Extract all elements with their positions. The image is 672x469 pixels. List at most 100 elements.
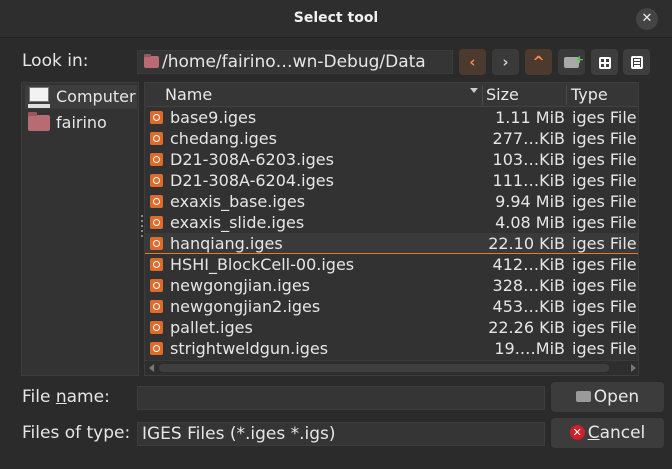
iges-file-icon <box>150 153 163 166</box>
icon-view-button[interactable] <box>591 49 618 75</box>
file-type-label: Files of type: <box>22 423 131 443</box>
column-header-type[interactable]: Type <box>571 85 608 104</box>
iges-file-icon <box>150 321 163 334</box>
file-row[interactable]: chedang.iges 277…KiB iges File <box>145 128 638 149</box>
file-row[interactable]: HSHI_BlockCell-00.iges 412…KiB iges File <box>145 254 638 275</box>
file-row[interactable]: base9.iges 1.11 MiB iges File <box>145 107 638 128</box>
horizontal-scrollbar[interactable] <box>145 360 638 375</box>
window-title: Select tool <box>293 10 379 26</box>
sidebar-item-label: Computer <box>56 87 136 106</box>
iges-file-icon <box>150 342 163 355</box>
file-type: iges File <box>572 129 637 148</box>
iges-file-icon <box>150 111 163 124</box>
file-name: strightweldgun.iges <box>170 339 329 358</box>
parent-directory-button[interactable]: ^ <box>525 49 552 75</box>
file-name: exaxis_base.iges <box>170 192 306 211</box>
iges-file-icon <box>150 258 163 271</box>
file-name-label: File name: <box>22 387 110 407</box>
scrollbar-thumb[interactable] <box>159 364 609 372</box>
file-type: iges File <box>572 339 637 358</box>
close-icon: ✕ <box>641 11 653 26</box>
sidebar-item-fairino[interactable]: fairino <box>25 111 137 135</box>
file-row-selected[interactable]: hanqiang.iges 22.10 KiB iges File <box>145 233 638 254</box>
file-type: iges File <box>572 108 637 127</box>
file-row[interactable]: strightweldgun.iges 19.…MiB iges File <box>145 338 638 359</box>
forward-button[interactable]: › <box>492 49 519 75</box>
file-list: Name Size Type base9.iges 1.11 MiB iges … <box>144 82 639 376</box>
file-name: HSHI_BlockCell-00.iges <box>170 255 355 274</box>
file-type: iges File <box>572 297 637 316</box>
detail-view-button[interactable] <box>623 49 650 75</box>
file-row[interactable]: newgongjian.iges 328…KiB iges File <box>145 275 638 296</box>
back-button[interactable]: ‹ <box>459 49 486 75</box>
column-header-size[interactable]: Size <box>486 85 519 104</box>
new-folder-button[interactable] <box>558 47 585 75</box>
iges-file-icon <box>150 279 163 292</box>
file-size: 103…KiB <box>492 150 565 169</box>
file-size: 328…KiB <box>492 276 565 295</box>
look-in-path: /home/fairino…wn-Debug/Data <box>162 52 426 72</box>
file-size: 453…KiB <box>492 297 565 316</box>
file-row[interactable]: exaxis_slide.iges 4.08 MiB iges File <box>145 212 638 233</box>
file-size: 9.94 MiB <box>495 192 565 211</box>
folder-icon <box>144 54 159 68</box>
cancel-icon: ✕ <box>569 424 585 440</box>
file-size: 412…KiB <box>492 255 565 274</box>
file-row[interactable]: pallet.iges 22.26 KiB iges File <box>145 317 638 338</box>
file-size: 22.26 KiB <box>488 318 565 337</box>
file-name: chedang.iges <box>170 129 277 148</box>
file-name: D21-308A-6203.iges <box>170 150 334 169</box>
file-name: newgongjian.iges <box>170 276 311 295</box>
column-header-name[interactable]: Name <box>165 85 212 104</box>
file-name: base9.iges <box>170 108 257 127</box>
look-in-combo[interactable]: /home/fairino…wn-Debug/Data <box>137 50 453 74</box>
file-row[interactable]: exaxis_base.iges 9.94 MiB iges File <box>145 191 638 212</box>
sidebar-item-computer[interactable]: Computer <box>25 85 137 109</box>
file-size: 111…KiB <box>492 171 565 190</box>
scroll-left-icon[interactable] <box>149 364 154 372</box>
look-in-label: Look in: <box>22 51 89 71</box>
iges-file-icon <box>150 300 163 313</box>
file-row[interactable]: newgongjian2.iges 453…KiB iges File <box>145 296 638 317</box>
column-divider[interactable] <box>566 85 567 105</box>
file-type: iges File <box>572 213 637 232</box>
close-button[interactable]: ✕ <box>636 8 658 30</box>
file-name: exaxis_slide.iges <box>170 213 305 232</box>
grid-view-icon <box>598 57 611 69</box>
cancel-button[interactable]: ✕ Cancel <box>551 418 664 448</box>
file-name: newgongjian2.iges <box>170 297 321 316</box>
file-type: iges File <box>572 255 637 274</box>
file-size: 19.…MiB <box>494 339 565 358</box>
up-arrow-icon: ^ <box>532 53 545 71</box>
file-list-header: Name Size Type <box>145 83 638 107</box>
computer-icon <box>28 87 50 108</box>
file-type-select[interactable]: IGES Files (*.iges *.igs) <box>137 422 545 446</box>
scroll-right-icon[interactable] <box>631 364 636 372</box>
file-size: 22.10 KiB <box>488 234 565 253</box>
title-bar: Select tool ✕ <box>0 0 672 38</box>
file-size: 4.08 MiB <box>495 213 565 232</box>
file-size: 1.11 MiB <box>495 108 565 127</box>
forward-arrow-icon: › <box>502 53 509 71</box>
file-type: iges File <box>572 150 637 169</box>
file-size: 277…KiB <box>492 129 565 148</box>
open-button[interactable]: Open <box>551 382 664 412</box>
iges-file-icon <box>150 195 163 208</box>
file-type: iges File <box>572 276 637 295</box>
file-name: pallet.iges <box>170 318 253 337</box>
file-row[interactable]: D21-308A-6203.iges 103…KiB iges File <box>145 149 638 170</box>
home-folder-icon <box>28 112 50 131</box>
folder-open-icon <box>575 390 591 402</box>
file-name: D21-308A-6204.iges <box>170 171 334 190</box>
places-sidebar: Computer fairino <box>21 82 139 376</box>
iges-file-icon <box>150 132 163 145</box>
file-type: iges File <box>572 171 637 190</box>
file-name-input[interactable] <box>137 386 545 410</box>
sort-descending-icon <box>470 88 478 93</box>
column-divider[interactable] <box>482 85 483 105</box>
iges-file-icon <box>150 174 163 187</box>
file-row[interactable]: D21-308A-6204.iges 111…KiB iges File <box>145 170 638 191</box>
file-type: iges File <box>572 192 637 211</box>
back-arrow-icon: ‹ <box>469 53 476 71</box>
iges-file-icon <box>150 237 163 250</box>
